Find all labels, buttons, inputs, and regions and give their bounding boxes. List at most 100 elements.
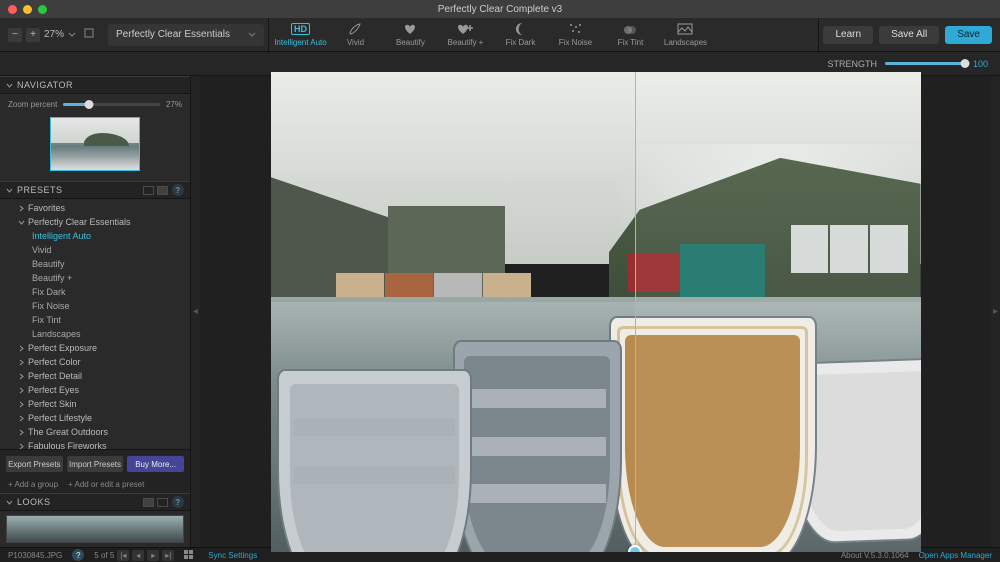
preset-group[interactable]: Perfect Eyes	[0, 383, 190, 397]
titlebar: Perfectly Clear Complete v3	[0, 0, 1000, 18]
chevron-right-icon	[18, 415, 24, 421]
presets-tree: Favorites Perfectly Clear Essentials Intel…	[0, 199, 190, 449]
preset-tab-label: Fix Noise	[559, 38, 592, 47]
before-after-handle[interactable]	[628, 545, 642, 552]
chevron-right-icon	[18, 387, 24, 393]
preset-group-label: Perfect Skin	[28, 399, 77, 409]
preset-group[interactable]: Perfect Lifestyle	[0, 411, 190, 425]
next-image-button[interactable]: ▸	[147, 550, 159, 561]
preset-item[interactable]: Beautify	[0, 257, 190, 271]
buy-more-button[interactable]: Buy More...	[127, 456, 184, 472]
strength-label: STRENGTH	[827, 59, 877, 69]
save-button[interactable]: Save	[945, 26, 992, 44]
preset-tab-label: Vivid	[347, 38, 364, 47]
preset-group[interactable]: The Great Outdoors	[0, 425, 190, 439]
expand-right-panel-button[interactable]: ▸	[991, 76, 1000, 547]
preset-group[interactable]: Perfect Detail	[0, 369, 190, 383]
preset-item-label: Fix Noise	[32, 301, 70, 311]
add-group-link[interactable]: + Add a group	[8, 480, 58, 489]
image-preview[interactable]	[271, 72, 921, 552]
navigator-viewport-rect[interactable]	[50, 117, 140, 171]
preset-group[interactable]: Perfect Skin	[0, 397, 190, 411]
navigator-zoom-value: 27%	[166, 100, 182, 109]
zoom-out-button[interactable]: −	[8, 28, 22, 42]
preset-tab-label: Intelligent Auto	[274, 38, 326, 47]
close-window-button[interactable]	[8, 5, 17, 14]
sync-settings-link[interactable]: Sync Settings	[208, 551, 257, 560]
preset-item[interactable]: Landscapes	[0, 327, 190, 341]
presets-view-toggle[interactable]	[143, 186, 168, 195]
preset-group[interactable]: Fabulous Fireworks	[0, 439, 190, 449]
before-after-divider[interactable]	[635, 72, 636, 552]
looks-view-toggle[interactable]	[143, 498, 168, 507]
preset-tab-fix-noise[interactable]: Fix Noise	[548, 18, 603, 51]
navigator-panel-header[interactable]: NAVIGATOR	[0, 76, 190, 94]
preset-item[interactable]: Vivid	[0, 243, 190, 257]
strength-slider[interactable]	[885, 62, 965, 65]
preset-item[interactable]: Beautify +	[0, 271, 190, 285]
preset-item[interactable]: Fix Tint	[0, 313, 190, 327]
preset-group-label: The Great Outdoors	[28, 427, 108, 437]
maximize-window-button[interactable]	[38, 5, 47, 14]
preset-group[interactable]: Perfect Exposure	[0, 341, 190, 355]
collapse-left-panel-button[interactable]: ◂	[191, 76, 200, 547]
preset-tab-label: Fix Dark	[506, 38, 536, 47]
preset-group[interactable]: Perfectly Clear Essentials	[0, 215, 190, 229]
presets-panel-header[interactable]: PRESETS ?	[0, 181, 190, 199]
learn-button[interactable]: Learn	[823, 26, 873, 44]
preset-item[interactable]: Fix Noise	[0, 299, 190, 313]
looks-panel	[0, 511, 190, 547]
grid-view-button[interactable]	[184, 550, 198, 561]
export-presets-button[interactable]: Export Presets	[6, 456, 63, 472]
preset-tab-fix-tint[interactable]: Fix Tint	[603, 18, 658, 51]
preset-tab-intelligent-auto[interactable]: HDIntelligent Auto	[273, 18, 328, 51]
presets-help-button[interactable]: ?	[172, 184, 184, 196]
preset-item[interactable]: Intelligent Auto	[0, 229, 190, 243]
heart-icon	[401, 22, 419, 36]
preset-item[interactable]: Fix Dark	[0, 285, 190, 299]
chevron-down-icon[interactable]	[68, 31, 76, 39]
minimize-window-button[interactable]	[23, 5, 32, 14]
preset-group-label: Perfect Exposure	[28, 343, 97, 353]
looks-panel-header[interactable]: LOOKS ?	[0, 493, 190, 511]
preset-tab-beautify[interactable]: Beautify	[383, 18, 438, 51]
last-image-button[interactable]: ▸|	[162, 550, 174, 561]
prev-image-button[interactable]: ◂	[132, 550, 144, 561]
preset-dropdown[interactable]: Perfectly Clear Essentials	[108, 24, 264, 46]
preset-tab-fix-dark[interactable]: Fix Dark	[493, 18, 548, 51]
preset-group-label: Perfect Eyes	[28, 385, 79, 395]
looks-title: LOOKS	[17, 497, 51, 507]
status-help-button[interactable]: ?	[72, 549, 84, 561]
preset-item-label: Intelligent Auto	[32, 231, 91, 241]
preset-group-label: Perfect Lifestyle	[28, 413, 92, 423]
preset-item-label: Vivid	[32, 245, 51, 255]
preset-group[interactable]: Perfect Color	[0, 355, 190, 369]
moon-icon	[511, 22, 529, 36]
looks-help-button[interactable]: ?	[172, 496, 184, 508]
chevron-right-icon	[18, 429, 24, 435]
preset-tab-label: Landscapes	[664, 38, 707, 47]
preset-item-label: Fix Tint	[32, 315, 61, 325]
navigator-thumbnail[interactable]	[50, 117, 140, 171]
preset-item-label: Beautify +	[32, 273, 72, 283]
navigator-title: NAVIGATOR	[17, 80, 73, 90]
save-all-button[interactable]: Save All	[879, 26, 939, 44]
preset-tab-landscapes[interactable]: Landscapes	[658, 18, 713, 51]
disclosure-down-icon	[6, 499, 13, 506]
preset-tab-vivid[interactable]: Vivid	[328, 18, 383, 51]
add-preset-link[interactable]: + Add or edit a preset	[68, 480, 144, 489]
navigator-zoom-slider[interactable]	[63, 103, 160, 106]
preset-group[interactable]: Favorites	[0, 201, 190, 215]
chevron-right-icon	[18, 359, 24, 365]
import-presets-button[interactable]: Import Presets	[67, 456, 124, 472]
fit-screen-button[interactable]	[84, 28, 94, 41]
preset-strip: HDIntelligent Auto Vivid BeautifyBeautify …	[273, 18, 815, 51]
look-thumbnail[interactable]	[6, 515, 184, 543]
zoom-in-button[interactable]: +	[26, 28, 40, 42]
first-image-button[interactable]: |◂	[117, 550, 129, 561]
preset-tab-beautify-plus[interactable]: Beautify +	[438, 18, 493, 51]
open-apps-manager-link[interactable]: Open Apps Manager	[919, 551, 992, 560]
zoom-controls: − + 27%	[8, 28, 76, 42]
zoom-value: 27%	[44, 29, 64, 40]
preset-group-label: Favorites	[28, 203, 65, 213]
